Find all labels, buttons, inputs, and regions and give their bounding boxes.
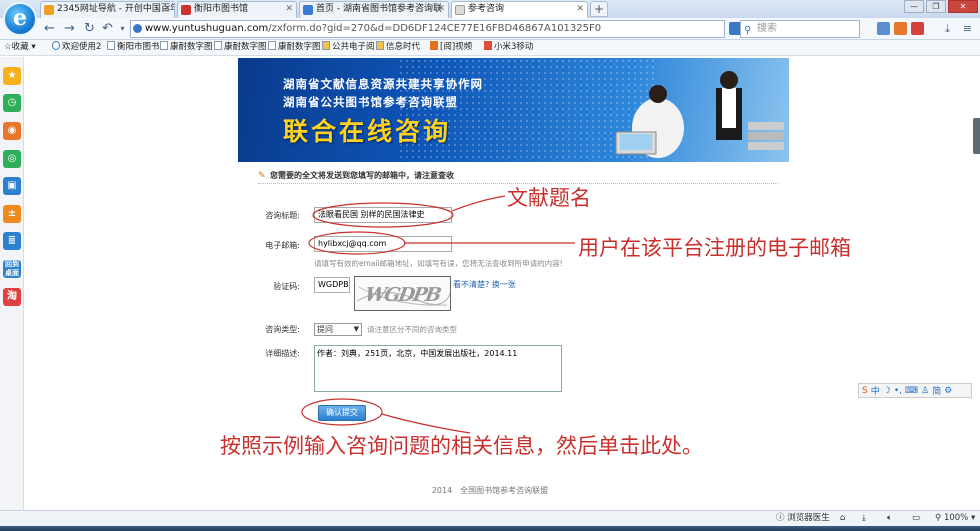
browser-logo-icon[interactable]: e bbox=[3, 2, 37, 36]
zoom-level: 100% bbox=[943, 513, 969, 523]
browser-doctor[interactable]: ⓘ 浏览器医生 bbox=[776, 511, 830, 526]
ime-logo-icon: S bbox=[862, 385, 868, 396]
ime-toolbar[interactable]: S 中 ☽ •, ⌨ ♙ 简 ⚙ bbox=[858, 383, 972, 398]
download-status-icon[interactable]: ⤓ bbox=[862, 511, 866, 526]
screen-status-icon[interactable]: ▭ bbox=[912, 511, 920, 526]
ime-simplified-icon[interactable]: 简 bbox=[932, 384, 941, 397]
annotation-email: 用户在该平台注册的电子邮箱 bbox=[578, 236, 851, 260]
ime-settings-icon[interactable]: ⚙ bbox=[944, 386, 952, 396]
sound-icon[interactable]: 🔈︎ bbox=[887, 511, 892, 526]
annotation-title: 文献题名 bbox=[507, 186, 591, 210]
ime-moon-icon[interactable]: ☽ bbox=[883, 386, 891, 396]
status-bar: ⓘ 浏览器医生 ⌂ ⤓ 🔈︎ ▭ ⚲ 100% ▾ bbox=[0, 510, 980, 526]
ime-dot-icon[interactable]: •, bbox=[894, 386, 902, 396]
page-footer: 2014 全国图书馆参考咨询联盟 bbox=[431, 486, 549, 495]
ime-keyboard-icon[interactable]: ⌨ bbox=[905, 386, 918, 396]
broom-icon[interactable]: ⌂ bbox=[840, 511, 845, 526]
zoom-control[interactable]: ⚲ 100% ▾ bbox=[935, 511, 975, 526]
ime-user-icon[interactable]: ♙ bbox=[921, 386, 929, 396]
os-taskbar bbox=[0, 526, 980, 531]
ime-lang-icon[interactable]: 中 bbox=[871, 384, 880, 397]
annotation-submit: 按照示例输入咨询问题的相关信息，然后单击此处。 bbox=[220, 434, 703, 458]
browser-doctor-label: 浏览器医生 bbox=[787, 513, 830, 523]
